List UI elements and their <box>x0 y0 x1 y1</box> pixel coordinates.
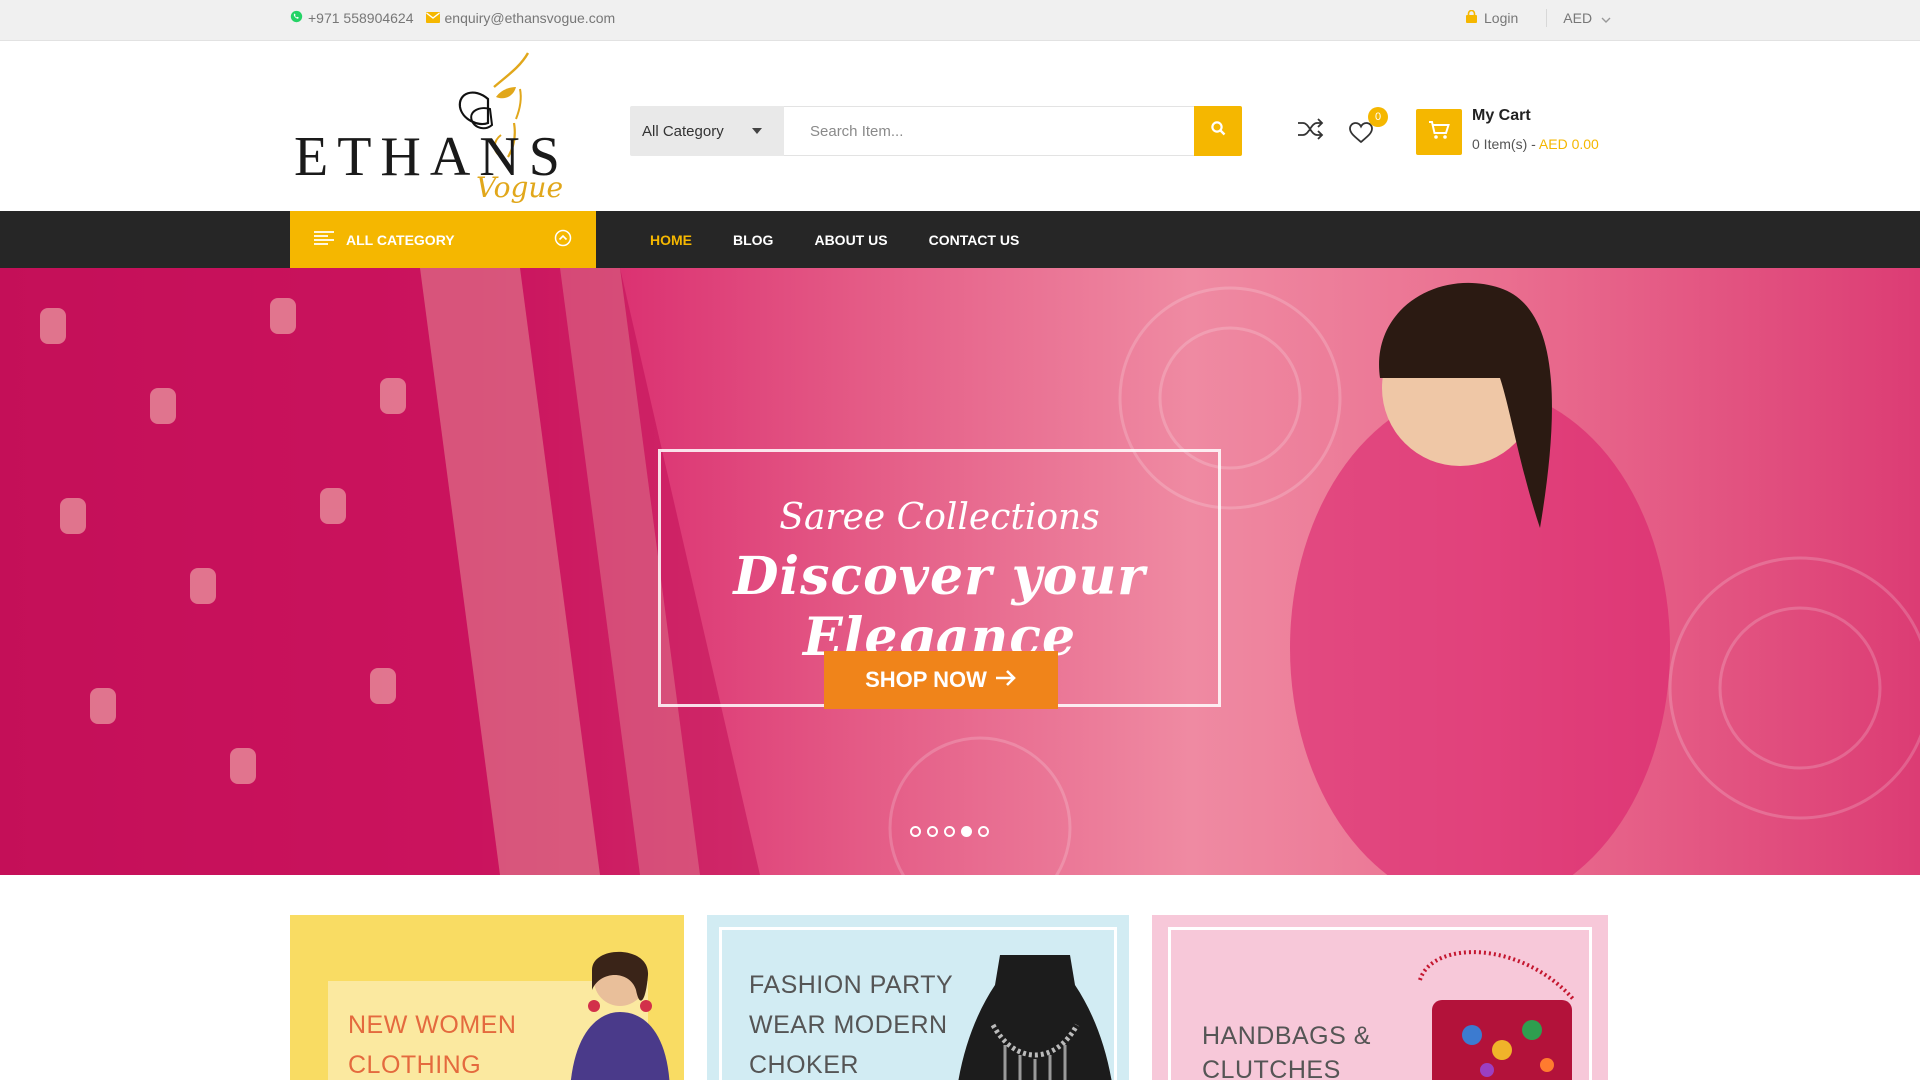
caret-down-icon <box>752 128 762 134</box>
all-category-button[interactable]: ALL CATEGORY <box>290 211 596 268</box>
promo-line: CLUTCHES <box>1202 1056 1341 1080</box>
slider-dots <box>910 826 989 837</box>
email-link[interactable]: enquiry@ethansvogue.com <box>425 10 616 26</box>
slider-dot-3[interactable] <box>944 826 955 837</box>
cart-summary[interactable]: 0 Item(s) - AED 0.00 <box>1472 136 1599 152</box>
login-label: Login <box>1484 10 1519 26</box>
currency-selector[interactable]: AED <box>1547 10 1611 26</box>
model-image <box>571 951 670 1080</box>
wishlist-count-badge: 0 <box>1368 107 1388 127</box>
cart-item-count: 0 Item(s) - <box>1472 136 1539 152</box>
main-navigation: ALL CATEGORY HOME BLOG ABOUT US CONTACT … <box>0 211 1920 268</box>
currency-label: AED <box>1563 10 1593 26</box>
promo-line: HANDBAGS & <box>1202 1022 1371 1050</box>
login-link[interactable]: Login <box>1466 9 1548 27</box>
email-address: enquiry@ethansvogue.com <box>444 10 616 26</box>
search-input[interactable] <box>784 106 1194 156</box>
nav-blog[interactable]: BLOG <box>733 232 773 248</box>
lock-icon <box>1466 9 1477 26</box>
promo-card-choker[interactable]: FASHION PARTY WEAR MODERN CHOKER <box>707 915 1129 1080</box>
chevron-down-icon <box>1601 10 1611 26</box>
nav-about-us[interactable]: ABOUT US <box>814 232 887 248</box>
menu-icon <box>314 230 334 249</box>
wishlist-button[interactable]: 0 <box>1348 107 1388 145</box>
promo-line: WEAR MODERN <box>749 1011 948 1039</box>
promo-text: NEW WOMEN CLOTHING <box>348 1005 516 1080</box>
search-button[interactable] <box>1194 106 1242 156</box>
slider-dot-1[interactable] <box>910 826 921 837</box>
cart-button[interactable] <box>1416 109 1462 155</box>
nav-contact-us[interactable]: CONTACT US <box>929 232 1020 248</box>
shop-now-button[interactable]: SHOP NOW <box>824 651 1058 709</box>
arrow-right-icon <box>995 667 1017 693</box>
promo-card-handbags[interactable]: HANDBAGS & CLUTCHES <box>1152 915 1608 1080</box>
phone-number: +971 558904624 <box>308 10 414 26</box>
clutch-bag-image <box>1418 950 1576 1080</box>
hero-banner: Saree Collections Discover your Elegance… <box>0 268 1920 875</box>
promo-line: FASHION PARTY <box>749 971 954 999</box>
promo-text: FASHION PARTY WEAR MODERN CHOKER <box>749 965 953 1080</box>
cart-icon <box>1428 120 1450 145</box>
menu-links: HOME BLOG ABOUT US CONTACT US <box>650 211 1019 268</box>
shop-now-label: SHOP NOW <box>865 667 987 692</box>
top-bar: +971 558904624 enquiry@ethansvogue.com L… <box>0 0 1920 41</box>
promo-line: CHOKER <box>749 1051 859 1079</box>
site-header: ETHANS Vogue All Category 0 My Cart 0 It <box>0 41 1920 211</box>
hero-subtitle: Saree Collections <box>779 497 1100 538</box>
promo-text: HANDBAGS & CLUTCHES <box>1202 1019 1371 1080</box>
mail-icon <box>425 10 440 26</box>
logo-subtext: Vogue <box>476 171 564 204</box>
choker-necklace-image <box>958 955 1112 1080</box>
slider-dot-5[interactable] <box>978 826 989 837</box>
search-icon <box>1210 121 1226 141</box>
promo-line: CLOTHING <box>348 1051 482 1079</box>
contact-info: +971 558904624 enquiry@ethansvogue.com <box>290 0 615 36</box>
slider-dot-2[interactable] <box>927 826 938 837</box>
category-dropdown[interactable]: All Category <box>630 106 784 156</box>
cart-total: AED 0.00 <box>1538 136 1599 152</box>
all-category-label: ALL CATEGORY <box>346 231 455 248</box>
nav-home[interactable]: HOME <box>650 232 692 248</box>
cart-title[interactable]: My Cart <box>1472 107 1531 125</box>
category-label: All Category <box>642 122 724 140</box>
slider-dot-4[interactable] <box>961 826 972 837</box>
hero-title: Discover your Elegance <box>733 546 1146 668</box>
promo-line: NEW WOMEN <box>348 1011 517 1039</box>
account-controls: Login AED <box>1466 0 1611 36</box>
phone-link[interactable]: +971 558904624 <box>290 10 414 26</box>
promo-card-women-clothing[interactable]: NEW WOMEN CLOTHING <box>290 915 684 1080</box>
whatsapp-icon <box>290 10 303 26</box>
compare-button[interactable] <box>1296 117 1324 145</box>
logo[interactable]: ETHANS Vogue <box>290 47 564 209</box>
circle-arrow-up-icon <box>554 229 572 250</box>
shuffle-icon <box>1297 117 1324 145</box>
search-bar: All Category <box>630 106 1242 156</box>
